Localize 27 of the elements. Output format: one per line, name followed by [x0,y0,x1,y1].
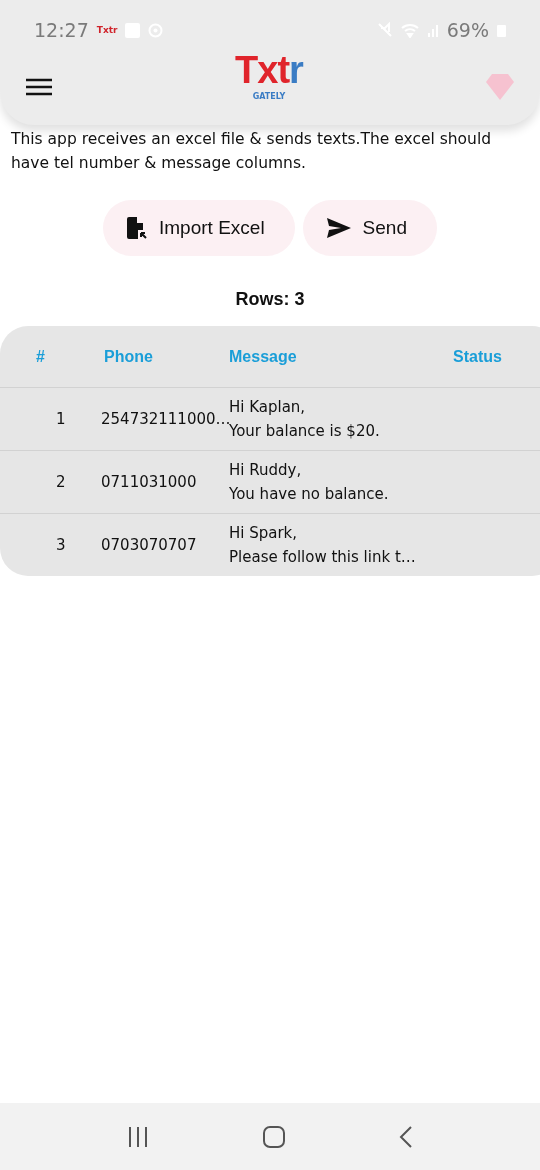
send-icon [326,218,351,238]
menu-icon[interactable] [26,77,52,96]
home-icon[interactable] [262,1124,286,1149]
description-text: This app receives an excel file & sends texts.The excel should have tel number & message columns. [10,129,493,174]
table-cell-text: 1 [55,410,67,428]
table-cell-text: 3 [55,536,67,554]
table-cell-text: Hi Kaplan, Your balance is $20. [229,397,381,442]
recent-apps-icon[interactable] [126,1125,149,1148]
table-cell-text: 0711031000 [100,473,198,491]
file-import-icon [127,217,147,239]
column-header[interactable]: Message [229,347,441,366]
table-cell-text: 0703070707 [100,536,198,554]
logo-tagline: GATELY [252,91,286,101]
column-header[interactable]: # [0,347,88,366]
send-button[interactable]: Send [302,200,437,256]
column-header[interactable]: Phone [88,347,229,366]
notification-logo: Txtr [96,25,118,35]
column-header[interactable]: Status [441,347,540,366]
back-icon[interactable] [399,1124,414,1149]
table-cell-text: Hi Spark, Please follow this link t… [229,523,417,568]
row-count: Rows: 3 [234,289,306,310]
table-cell-text: Hi Ruddy, You have no balance. [229,460,390,505]
battery-level: 69% [446,19,489,41]
app-logo: Txtr [235,50,303,89]
import-button[interactable]: Import Excel [103,200,295,256]
status-time: 12:27 [34,19,89,41]
table-cell-text: 2 [55,473,67,491]
